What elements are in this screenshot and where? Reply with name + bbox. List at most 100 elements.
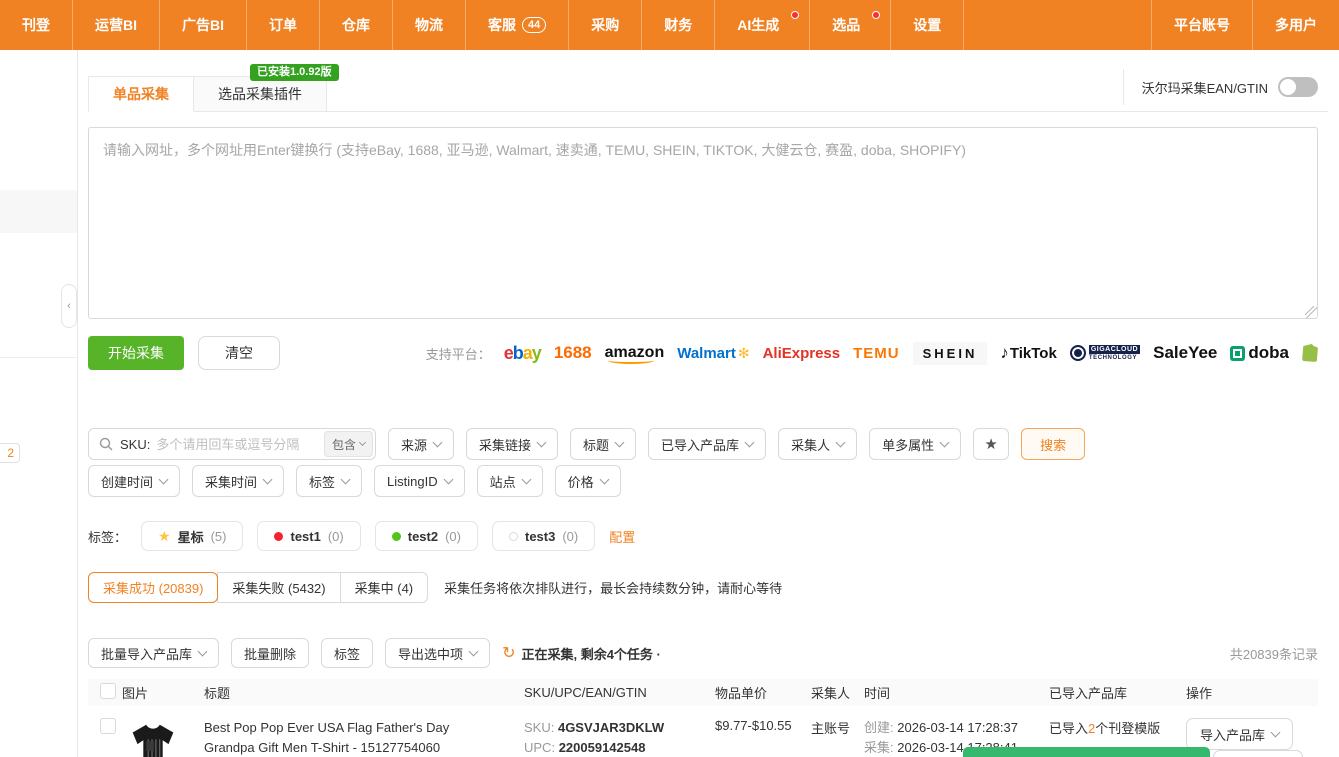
product-image[interactable] (122, 718, 184, 757)
doba-mark-icon (1230, 346, 1245, 361)
chevron-down-icon (443, 474, 453, 484)
search-button[interactable]: 搜索 (1021, 428, 1085, 460)
tags-label: 标签： (88, 527, 127, 546)
filter-title[interactable]: 标题 (570, 428, 636, 460)
tab-selection-plugin[interactable]: 选品采集插件 已安装1.0.92版 (194, 76, 327, 112)
tag-test1[interactable]: test1 (0) (257, 521, 360, 551)
export-selected-button[interactable]: 导出选中项 (385, 638, 490, 668)
filter-row-2: 创建时间 采集时间 标签 ListingID 站点 价格 (88, 465, 1318, 497)
bulk-delete-button[interactable]: 批量删除 (231, 638, 309, 668)
select-all-checkbox[interactable] (100, 683, 116, 699)
chevron-down-icon (521, 474, 531, 484)
start-collect-button[interactable]: 开始采集 (88, 336, 184, 370)
chevron-down-icon (469, 646, 479, 656)
top-nav: 刊登 运营BI 广告BI 订单 仓库 物流 客服 44 采购 财务 AI生成 选… (0, 0, 1339, 50)
gigacloud-logo-icon: GIGACLOUDTECHNOLOGY (1070, 345, 1140, 361)
price-value: $9.77-$10.55 (701, 718, 792, 733)
partial-action-button[interactable] (1213, 750, 1303, 757)
toggle-knob (1280, 79, 1296, 95)
filter-listing-id[interactable]: ListingID (374, 465, 465, 497)
nav-item-orders[interactable]: 订单 (247, 0, 320, 50)
nav-item-settings[interactable]: 设置 (891, 0, 964, 50)
nav-label: 客服 (488, 15, 516, 35)
star-filter-button[interactable]: ★ (973, 428, 1009, 460)
product-title-link[interactable]: Best Pop Pop Ever USA Flag Father's Day … (204, 718, 524, 757)
nav-item-selection[interactable]: 选品 (810, 0, 891, 50)
tag-config-link[interactable]: 配置 (609, 527, 635, 546)
temu-logo-icon: TEMU (853, 345, 900, 362)
empty-dot-icon (509, 532, 518, 541)
filter-imported[interactable]: 已导入产品库 (648, 428, 766, 460)
gigacloud-globe-icon (1070, 345, 1086, 361)
table-header: 图片 标题 SKU/UPC/EAN/GTIN 物品单价 采集人 时间 已导入产品… (88, 679, 1318, 706)
nav-label: 财务 (664, 15, 692, 35)
sidebar-active-item[interactable] (0, 190, 77, 233)
music-note-icon: ♪ (1000, 343, 1009, 363)
nav-label: AI生成 (737, 15, 779, 35)
chevron-left-icon: ‹ (67, 300, 71, 312)
filter-collect-link[interactable]: 采集链接 (466, 428, 558, 460)
tag-starred[interactable]: ★ 星标 (5) (141, 521, 243, 551)
nav-item-publish[interactable]: 刊登 (0, 0, 73, 50)
amazon-logo-icon: amazon (605, 344, 665, 362)
status-tab-collecting[interactable]: 采集中 (4) (340, 572, 429, 603)
nav-item-logistics[interactable]: 物流 (393, 0, 466, 50)
col-sku: SKU/UPC/EAN/GTIN (524, 685, 701, 700)
chevron-down-icon (615, 437, 625, 447)
chevron-down-icon (359, 438, 366, 445)
bulk-import-button[interactable]: 批量导入产品库 (88, 638, 219, 668)
notification-dot-icon (791, 11, 799, 19)
status-tab-failed[interactable]: 采集失败 (5432) (217, 572, 340, 603)
chevron-down-icon (198, 646, 208, 656)
page: 刊登 运营BI 广告BI 订单 仓库 物流 客服 44 采购 财务 AI生成 选… (0, 0, 1339, 757)
tab-single-collect[interactable]: 单品采集 (88, 76, 194, 112)
row-checkbox[interactable] (100, 718, 116, 734)
contain-mode-select[interactable]: 包含 (324, 431, 373, 457)
filter-row-1: SKU: 包含 来源 采集链接 标题 已导入产品库 采集人 单多属性 ★ 搜索 (88, 428, 1318, 460)
nav-item-operation-bi[interactable]: 运营BI (73, 0, 160, 50)
tag-test3[interactable]: test3 (0) (492, 521, 595, 551)
clear-button[interactable]: 清空 (198, 336, 280, 370)
nav-item-ai-generate[interactable]: AI生成 (715, 0, 810, 50)
nav-item-service[interactable]: 客服 44 (466, 0, 569, 50)
sidebar-count: 2 (7, 446, 14, 460)
imported-info: 已导入2个刊登模版 (1049, 721, 1160, 736)
col-image: 图片 (122, 683, 204, 702)
walmart-spark-icon: ✻ (738, 345, 750, 362)
nav-item-multi-user[interactable]: 多用户 (1253, 0, 1339, 50)
nav-item-purchase[interactable]: 采购 (569, 0, 642, 50)
status-tab-success[interactable]: 采集成功 (20839) (88, 572, 218, 603)
url-input-textarea[interactable] (88, 127, 1318, 319)
filter-panel: SKU: 包含 来源 采集链接 标题 已导入产品库 采集人 单多属性 ★ 搜索 … (88, 428, 1318, 497)
walmart-ean-toggle[interactable] (1278, 77, 1318, 97)
saleyee-logo-icon: SaleYee (1153, 343, 1217, 363)
chevron-down-icon (745, 437, 755, 447)
import-to-library-button[interactable]: 导入产品库 (1186, 718, 1293, 750)
filter-collect-time[interactable]: 采集时间 (192, 465, 284, 497)
col-price: 物品单价 (701, 683, 811, 702)
nav-item-warehouse[interactable]: 仓库 (320, 0, 393, 50)
filter-site[interactable]: 站点 (477, 465, 543, 497)
collect-actions-row: 开始采集 清空 支持平台： ebay 1688 amazon Walmart✻ … (88, 336, 1318, 370)
filter-variant-type[interactable]: 单多属性 (869, 428, 961, 460)
sidebar-collapse-handle[interactable]: ‹ (61, 284, 77, 328)
filter-tag[interactable]: 标签 (296, 465, 362, 497)
nav-label: 多用户 (1275, 15, 1317, 35)
nav-item-ad-bi[interactable]: 广告BI (160, 0, 247, 50)
service-count-badge: 44 (522, 17, 546, 33)
tag-button[interactable]: 标签 (321, 638, 373, 668)
partial-green-popup (963, 747, 1210, 757)
filter-price[interactable]: 价格 (555, 465, 621, 497)
nav-item-finance[interactable]: 财务 (642, 0, 715, 50)
notification-dot-icon (872, 11, 880, 19)
nav-item-platform-accounts[interactable]: 平台账号 (1152, 0, 1253, 50)
col-time: 时间 (864, 683, 1049, 702)
filter-source[interactable]: 来源 (388, 428, 454, 460)
sku-line: SKU: 4GSVJAR3DKLW (524, 718, 701, 738)
filter-collector[interactable]: 采集人 (778, 428, 857, 460)
col-title: 标题 (204, 683, 524, 702)
tag-test2[interactable]: test2 (0) (375, 521, 478, 551)
records-total: 共20839条记录 (1230, 644, 1318, 663)
sku-input[interactable] (150, 437, 324, 452)
filter-create-time[interactable]: 创建时间 (88, 465, 180, 497)
